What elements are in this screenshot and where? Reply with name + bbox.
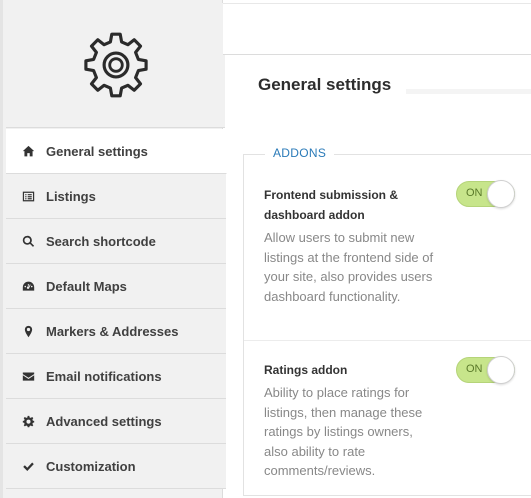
- sidebar-item-label: Search shortcode: [46, 233, 156, 249]
- sidebar-nav: General settings Listings Search shortco…: [6, 129, 227, 489]
- sidebar-item-label: Customization: [46, 458, 136, 474]
- top-bar: [223, 3, 531, 55]
- sidebar-item-label: Listings: [46, 188, 96, 204]
- list-icon: [20, 188, 36, 204]
- sidebar-logo: [6, 3, 225, 128]
- home-icon: [20, 143, 36, 159]
- addon-title: Ratings addon: [264, 363, 348, 377]
- sidebar-item-advanced-settings[interactable]: Advanced settings: [6, 399, 226, 444]
- sidebar-item-customization[interactable]: Customization: [6, 444, 226, 489]
- dashboard-icon: [20, 278, 36, 294]
- envelope-icon: [20, 368, 36, 384]
- sidebar-item-listings[interactable]: Listings: [6, 174, 226, 219]
- page-title: General settings: [258, 75, 392, 94]
- sidebar-item-label: Email notifications: [46, 368, 162, 384]
- ratings-toggle[interactable]: ON: [456, 356, 515, 384]
- toggle-knob: [487, 356, 515, 384]
- row-divider: [244, 340, 531, 341]
- check-icon: [20, 458, 36, 474]
- map-marker-icon: [20, 323, 36, 339]
- sidebar-item-label: Default Maps: [46, 278, 127, 294]
- toggle-label: ON: [466, 363, 483, 375]
- addon-description: Ability to place ratings for listings, t…: [264, 385, 423, 478]
- title-divider: [406, 89, 531, 94]
- frontend-submission-toggle[interactable]: ON: [456, 180, 515, 208]
- sidebar-item-label: General settings: [46, 143, 148, 159]
- sidebar-item-label: Markers & Addresses: [46, 323, 179, 339]
- sidebar-item-general-settings[interactable]: General settings: [6, 129, 227, 174]
- addon-description: Allow users to submit new listings at th…: [264, 230, 434, 304]
- toggle-knob: [487, 180, 515, 208]
- sidebar-item-label: Advanced settings: [46, 413, 162, 429]
- sidebar-item-email-notifications[interactable]: Email notifications: [6, 354, 226, 399]
- cog-icon: [20, 413, 36, 429]
- gear-icon: [83, 32, 148, 98]
- addon-title: Frontend submission & dashboard addon: [264, 188, 399, 222]
- sidebar-item-search-shortcode[interactable]: Search shortcode: [6, 219, 226, 264]
- sidebar-item-default-maps[interactable]: Default Maps: [6, 264, 226, 309]
- section-legend: ADDONS: [265, 146, 335, 160]
- sidebar: General settings Listings Search shortco…: [0, 0, 227, 498]
- toggle-label: ON: [466, 187, 483, 199]
- search-icon: [20, 233, 36, 249]
- sidebar-item-markers-addresses[interactable]: Markers & Addresses: [6, 309, 226, 354]
